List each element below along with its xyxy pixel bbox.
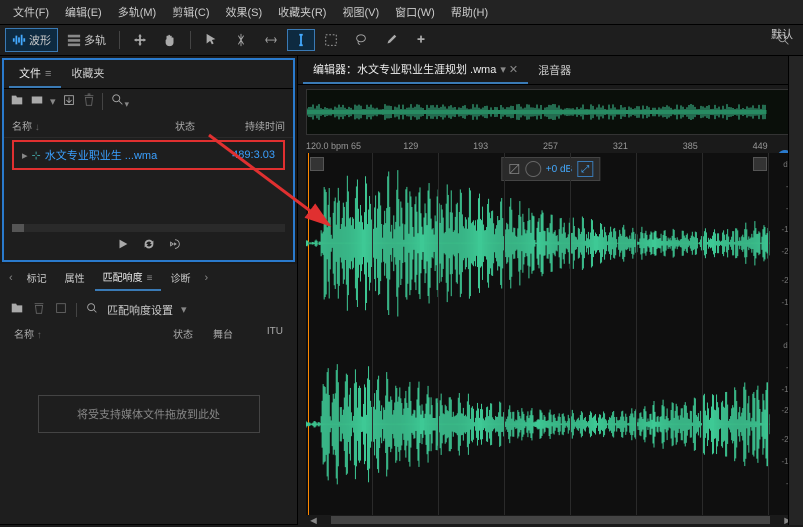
play-icon[interactable] xyxy=(116,237,130,254)
waveform-mode-button[interactable]: 波形 xyxy=(5,28,58,52)
tab-diagnostics[interactable]: 诊断 xyxy=(163,265,199,290)
menu-item[interactable]: 剪辑(C) xyxy=(164,2,217,22)
loop-icon[interactable] xyxy=(142,237,156,254)
timeline-ruler[interactable]: 120.0 bpm 65 129193257321385449 xyxy=(298,139,803,153)
menu-item[interactable]: 编辑(E) xyxy=(57,2,110,22)
loudness-panel: ‹ 标记 属性 匹配响度≡ 诊断 › 匹配响度设置 ▾ 名称 ↑ xyxy=(0,264,297,525)
tool-hand[interactable] xyxy=(156,29,184,51)
delete-icon-2[interactable] xyxy=(32,301,46,318)
clear-icon[interactable] xyxy=(54,301,68,318)
menu-item[interactable]: 视图(V) xyxy=(334,2,387,22)
tab-favorites[interactable]: 收藏夹 xyxy=(61,60,114,88)
tool-brush[interactable] xyxy=(377,29,405,51)
tab-mixer[interactable]: 混音器 xyxy=(528,57,581,83)
col2-name[interactable]: 名称 xyxy=(14,330,34,341)
menu-item[interactable]: 收藏夹(R) xyxy=(270,2,334,22)
tempo-display: 120.0 bpm 65 xyxy=(306,141,376,151)
col2-itu[interactable]: ITU xyxy=(253,326,283,341)
tab-loudness[interactable]: 匹配响度≡ xyxy=(95,264,161,291)
col2-stage[interactable]: 舞台 xyxy=(213,326,253,341)
record-icon[interactable] xyxy=(30,93,44,110)
col-status[interactable]: 状态 xyxy=(175,118,225,133)
menu-item[interactable]: 窗口(W) xyxy=(387,2,443,22)
loudness-settings-label[interactable]: 匹配响度设置 xyxy=(107,302,173,318)
multitrack-label: 多轨 xyxy=(84,32,106,48)
tool-cursor[interactable] xyxy=(197,29,225,51)
tool-move[interactable] xyxy=(126,29,154,51)
tool-slip[interactable] xyxy=(257,29,285,51)
tab-properties[interactable]: 属性 xyxy=(57,265,93,290)
menu-item[interactable]: 效果(S) xyxy=(218,2,271,22)
tool-time-select[interactable] xyxy=(287,29,315,51)
folder-icon[interactable] xyxy=(10,301,24,318)
open-file-icon[interactable] xyxy=(10,93,24,110)
workspace-label[interactable]: 默认 xyxy=(771,26,793,42)
main-toolbar: 波形 多轨 xyxy=(0,25,803,56)
tool-marquee[interactable] xyxy=(317,29,345,51)
expand-icon[interactable]: ▸ xyxy=(22,149,28,162)
col-duration[interactable]: 持续时间 xyxy=(225,118,285,133)
right-docked-panel[interactable] xyxy=(788,56,803,525)
filter-search-icon[interactable]: ▾ xyxy=(102,93,130,110)
col-name[interactable]: 名称 xyxy=(12,122,32,133)
scan-icon[interactable] xyxy=(85,301,99,318)
menu-item[interactable]: 多轨(M) xyxy=(110,2,165,22)
autoplay-icon[interactable] xyxy=(168,237,182,254)
drop-zone[interactable]: 将受支持媒体文件拖放到此处 xyxy=(38,395,260,433)
delete-icon[interactable] xyxy=(82,93,96,110)
tool-lasso[interactable] xyxy=(347,29,375,51)
tab-editor[interactable]: 编辑器：水文专业职业生涯规划 .wma▾ ✕ xyxy=(303,56,528,84)
waveform-editor[interactable]: +0 dB ⤢ dB -3 -9 -15 -21 -21 -15 -9 dB -… xyxy=(306,153,795,515)
tool-razor[interactable] xyxy=(227,29,255,51)
prev-tab-icon[interactable]: ‹ xyxy=(5,272,17,284)
file-duration: 489:3.03 xyxy=(215,149,275,161)
menu-item[interactable]: 文件(F) xyxy=(5,2,57,22)
tab-markers[interactable]: 标记 xyxy=(19,265,55,290)
menu-bar: 文件(F)编辑(E)多轨(M)剪辑(C)效果(S)收藏夹(R)视图(V)窗口(W… xyxy=(0,0,803,25)
audio-file-icon: ⊹ xyxy=(32,149,41,162)
file-row[interactable]: ▸ ⊹ 水文专业职业生 ...wma 489:3.03 xyxy=(12,140,285,170)
menu-item[interactable]: 帮助(H) xyxy=(443,2,496,22)
col2-status[interactable]: 状态 xyxy=(173,326,213,341)
file-name: 水文专业职业生 ...wma xyxy=(45,147,215,163)
import-icon[interactable] xyxy=(62,93,76,110)
tab-files[interactable]: 文件≡ xyxy=(9,60,61,88)
multitrack-mode-button[interactable]: 多轨 xyxy=(60,28,113,52)
overview-waveform[interactable] xyxy=(306,89,795,135)
waveform-label: 波形 xyxy=(29,32,51,48)
next-tab-icon[interactable]: › xyxy=(201,272,213,284)
files-panel: 文件≡ 收藏夹 ▾ ▾ 名称 ↓ 状态 持续时间 ▸ ⊹ 水文专业职业生 ...… xyxy=(2,58,295,262)
editor-filename: 水文专业职业生涯规划 .wma xyxy=(357,64,496,76)
tool-heal[interactable] xyxy=(407,29,435,51)
